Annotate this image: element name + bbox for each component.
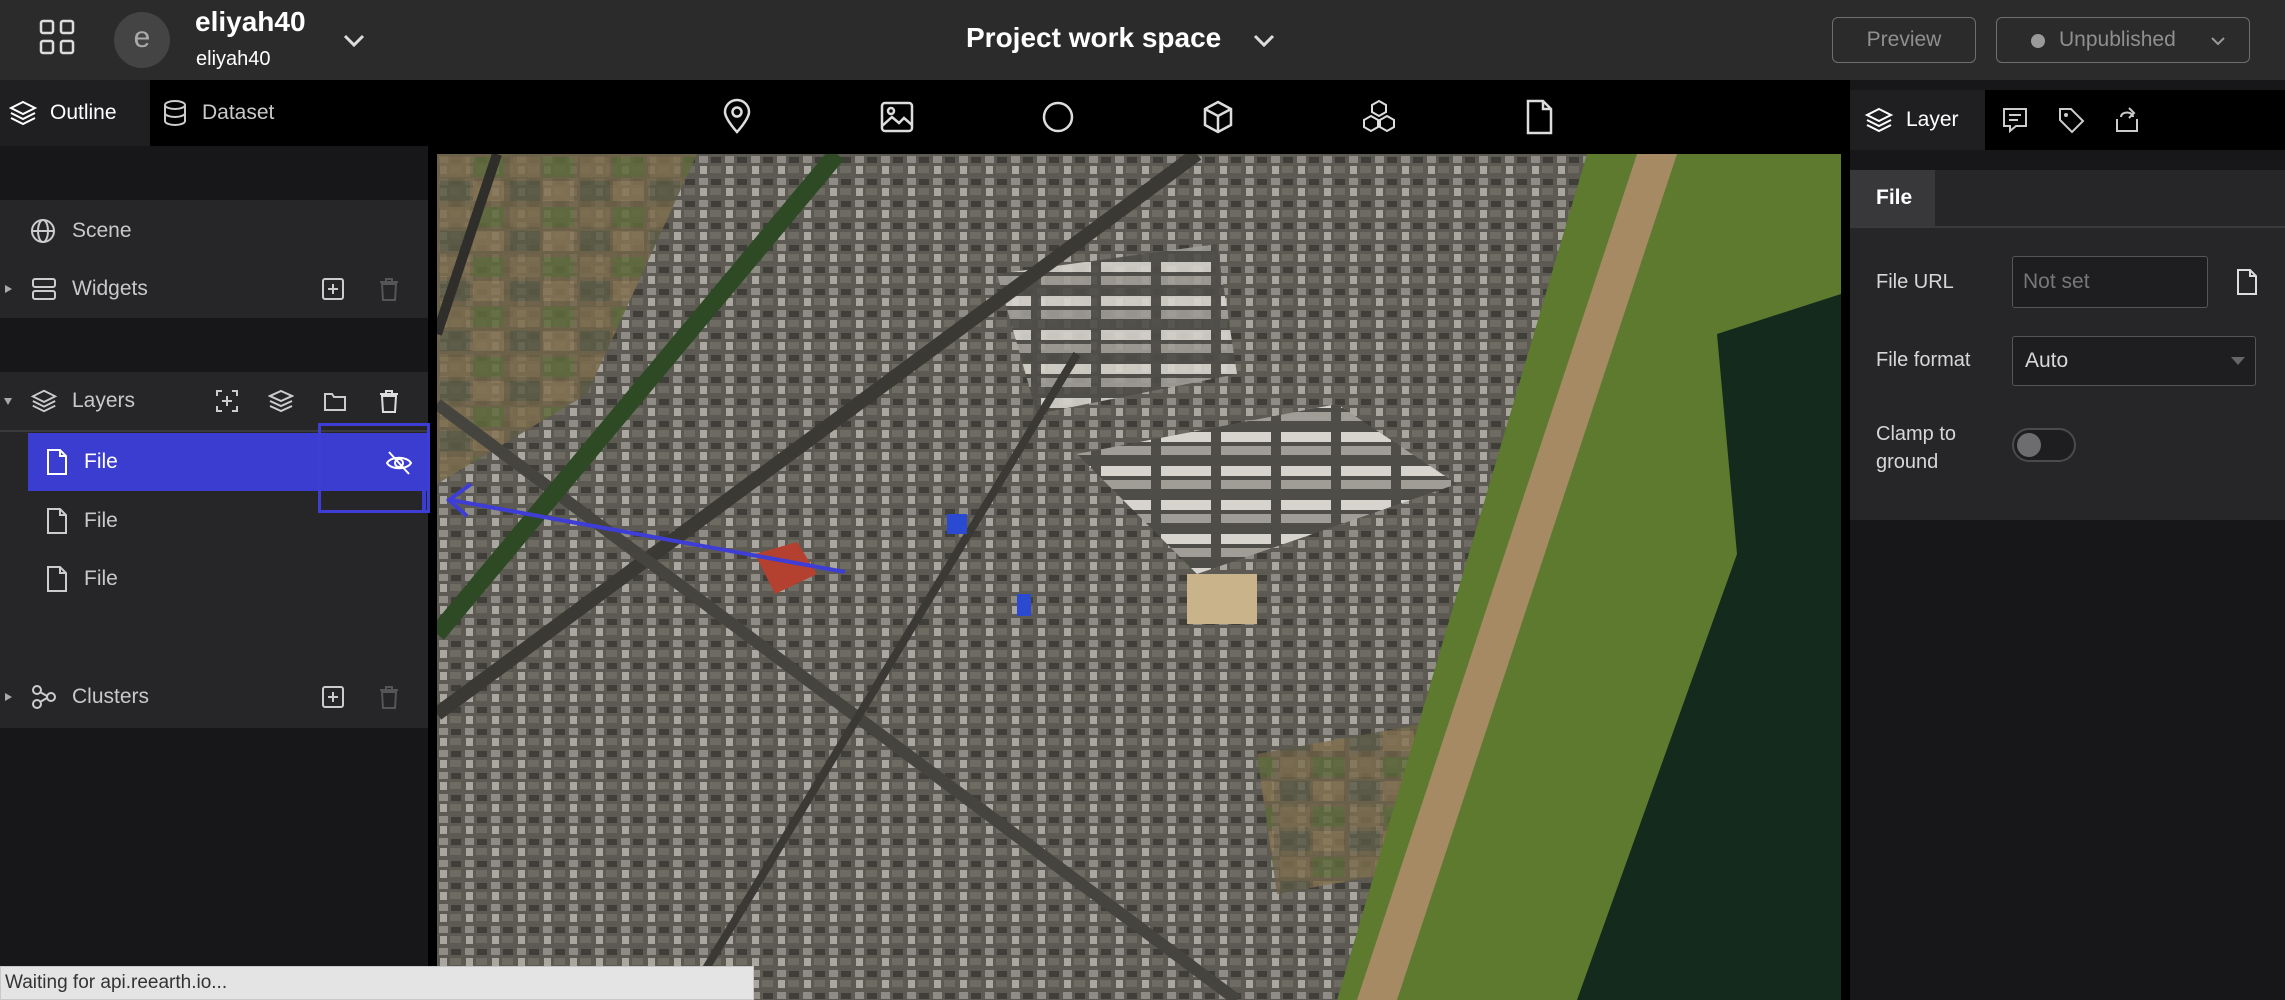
tab-outline[interactable]: Outline	[0, 80, 150, 146]
map-toolbar	[428, 80, 1850, 154]
layers-label: Layers	[72, 389, 136, 412]
clamp-to-ground-toggle[interactable]	[2012, 428, 2076, 462]
caret-down-icon[interactable]	[2, 395, 14, 407]
divider	[1850, 226, 2285, 228]
property-panel: Layer File File URL Not set File format …	[1850, 80, 2285, 1000]
tab-layer-label: Layer	[1906, 108, 1959, 131]
widgets-label: Widgets	[72, 277, 148, 300]
workspace-name: eliyah40	[196, 48, 271, 70]
export-icon[interactable]	[2112, 105, 2142, 135]
layers-icon	[30, 389, 58, 413]
file-format-label: File format	[1876, 349, 1971, 371]
map-viewport[interactable]	[437, 154, 1841, 1000]
circle-icon[interactable]	[1039, 98, 1077, 136]
add-layer-group-icon[interactable]	[214, 388, 240, 414]
tab-layer[interactable]: Layer	[1850, 90, 1985, 150]
layers-header-row[interactable]: Layers	[0, 372, 428, 430]
right-tab-bar: Layer	[1850, 90, 2285, 150]
file-url-input[interactable]: Not set	[2012, 256, 2208, 308]
trash-icon	[380, 278, 398, 301]
image-icon[interactable]	[878, 98, 916, 136]
user-name[interactable]: eliyah40	[195, 6, 306, 38]
scene-row[interactable]: Scene	[0, 202, 428, 260]
scene-section: Scene Widgets	[0, 200, 428, 318]
trash-icon	[380, 686, 398, 709]
preview-button[interactable]: Preview	[1832, 17, 1976, 63]
layers-icon	[8, 100, 38, 126]
cube-icon[interactable]	[1199, 98, 1237, 136]
database-icon	[164, 100, 186, 126]
outline-panel: Outline Dataset Scene Widgets Layers Fil…	[0, 80, 428, 1000]
browser-status-bar: Waiting for api.reearth.io...	[0, 966, 754, 1000]
clamp-to-ground-label: Clamp to ground	[1876, 423, 1957, 473]
caret-right-icon[interactable]	[2, 691, 14, 703]
layer-item-file[interactable]: File	[28, 550, 428, 608]
publish-status-button[interactable]: Unpublished	[1996, 17, 2250, 63]
file-format-select[interactable]: Auto	[2012, 336, 2256, 386]
tab-dataset-label: Dataset	[202, 101, 275, 124]
infobox-icon[interactable]	[2000, 105, 2030, 135]
clusters-icon	[32, 685, 56, 709]
map-pin-icon[interactable]	[718, 98, 756, 136]
layer-item-label: File	[84, 509, 118, 532]
clusters-label: Clusters	[72, 685, 150, 708]
scene-label: Scene	[72, 219, 132, 242]
widgets-row[interactable]: Widgets	[0, 260, 428, 318]
file-icon	[47, 508, 67, 534]
layers-section: Layers File File File	[0, 372, 428, 692]
status-dot	[2031, 34, 2045, 48]
file-url-label: File URL	[1876, 271, 1954, 293]
tab-file[interactable]: File	[1850, 170, 1935, 226]
publish-status-label: Unpublished	[2059, 28, 2176, 51]
file-icon	[47, 566, 67, 592]
layer-properties: File File URL Not set File format Auto C…	[1850, 170, 2285, 520]
tab-outline-label: Outline	[50, 101, 117, 124]
chevron-down-icon[interactable]	[1250, 26, 1278, 54]
layer-item-label: File	[84, 567, 118, 590]
file-format-value: Auto	[2025, 349, 2069, 372]
file-icon	[47, 449, 67, 475]
top-header: e eliyah40 eliyah40 Project work space P…	[0, 0, 2285, 80]
chevron-down-icon	[2211, 37, 2225, 46]
chevron-down-icon	[2231, 357, 2245, 365]
widgets-icon	[32, 278, 56, 300]
add-widget-icon[interactable]	[320, 276, 346, 302]
tab-dataset[interactable]: Dataset	[160, 80, 310, 146]
left-tab-bar: Outline Dataset	[0, 80, 428, 146]
avatar[interactable]: e	[114, 12, 170, 68]
file-icon[interactable]	[1520, 98, 1558, 136]
add-layer-icon[interactable]	[268, 388, 294, 414]
tag-icon[interactable]	[2056, 105, 2086, 135]
layers-icon	[1864, 107, 1894, 133]
file-icon[interactable]	[2234, 268, 2260, 296]
trash-icon[interactable]	[376, 388, 402, 414]
clusters-row[interactable]: Clusters	[0, 668, 428, 726]
project-title: Project work space	[966, 22, 1222, 53]
visibility-toggle-highlight	[318, 423, 430, 513]
annotation-arrow	[445, 482, 846, 574]
apps-grid-icon[interactable]	[38, 18, 76, 56]
caret-right-icon[interactable]	[2, 283, 14, 295]
layer-item-label: File	[84, 450, 118, 473]
globe-icon	[31, 219, 55, 243]
cubes-icon[interactable]	[1360, 98, 1398, 136]
clusters-section: Clusters	[0, 668, 428, 728]
folder-icon[interactable]	[322, 388, 348, 414]
chevron-down-icon[interactable]	[340, 26, 368, 54]
add-cluster-icon[interactable]	[320, 684, 346, 710]
toggle-knob	[2017, 433, 2041, 457]
